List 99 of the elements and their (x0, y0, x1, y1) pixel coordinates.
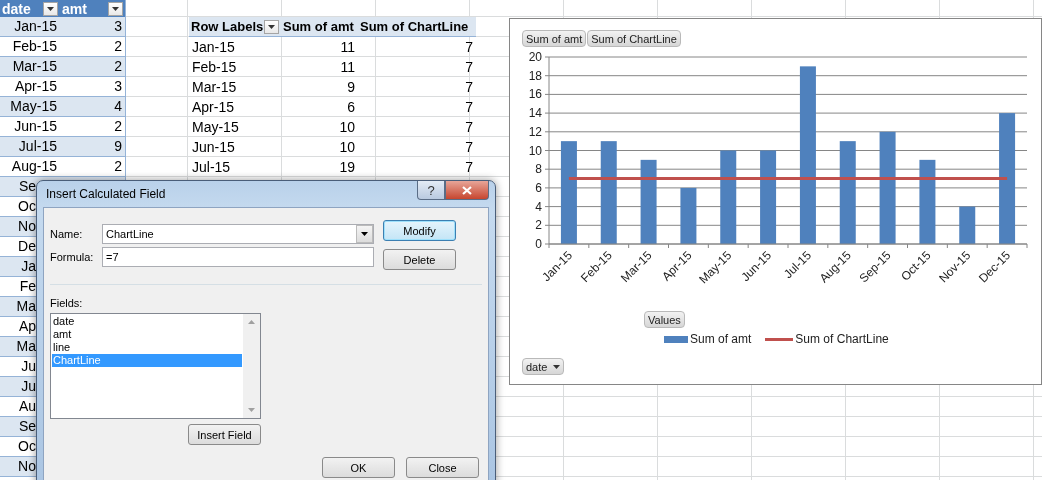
pivot-header: Sum of ChartLine (360, 19, 469, 34)
legend-label: Sum of ChartLine (795, 332, 889, 346)
bar (959, 206, 976, 244)
scroll-up-icon (248, 320, 255, 324)
caret-icon (361, 232, 368, 236)
scroll-down-icon (248, 408, 255, 412)
table-cell-text: 7 (464, 37, 474, 57)
table-cell-text: 19 (338, 157, 356, 177)
dialog-button[interactable]: Close (406, 457, 479, 478)
pivot-header: Row Labels (191, 19, 264, 34)
table-cell-text: May-15 (9, 97, 58, 116)
bar (680, 187, 697, 244)
table-cell-text: 2 (113, 57, 123, 76)
filter-button[interactable] (108, 1, 123, 16)
caret-icon (268, 24, 275, 29)
column-header: amt (62, 0, 87, 17)
help-button[interactable]: ? (417, 181, 445, 200)
table-cell-text: 7 (464, 77, 474, 97)
table-cell-text: No (17, 457, 37, 476)
caret-icon (47, 6, 54, 11)
legend-label: Sum of amt (690, 332, 752, 346)
axis-tick-label: 20 (528, 50, 542, 64)
axis-tick-label: 16 (528, 87, 542, 102)
table-cell-text: Jul-15 (191, 157, 232, 177)
axis-tick-label: 10 (528, 143, 542, 158)
close-icon (462, 185, 472, 195)
dialog-button[interactable]: Delete (383, 249, 456, 270)
table-cell-text: 3 (113, 17, 123, 36)
field-button[interactable]: date (522, 358, 565, 375)
table-cell-text: Oc (17, 197, 37, 216)
table-cell-text: 10 (338, 117, 356, 137)
dropdown-button[interactable] (356, 225, 373, 243)
list-item[interactable]: amt (52, 328, 242, 341)
dropdown-caret-icon (553, 364, 561, 369)
list-item[interactable]: date (52, 315, 242, 328)
name-combo-box[interactable]: ChartLine (102, 224, 374, 244)
scrollbar[interactable] (243, 314, 260, 418)
axis-tick-label: 18 (528, 68, 542, 83)
list-item[interactable]: line (52, 341, 242, 354)
table-cell-text: Apr-15 (13, 77, 58, 96)
fields-list-box[interactable]: date amt line ChartLine (50, 313, 261, 419)
table-cell-text: 4 (113, 97, 123, 116)
field-button[interactable]: Sum of ChartLine (587, 30, 681, 47)
table-cell-text: 2 (113, 37, 123, 56)
table-cell-text: May-15 (191, 117, 240, 137)
axis-tick-label: 0 (535, 237, 542, 251)
table-cell-text: Au (17, 397, 37, 416)
axis-tick-label: 2 (535, 218, 542, 233)
axis-tick-label: 8 (535, 162, 542, 177)
table-cell-text: Aug-15 (10, 157, 58, 176)
table-cell-text: Oc (17, 437, 37, 456)
table-cell-text: 7 (464, 117, 474, 137)
table-cell-text: Fe (18, 277, 37, 296)
table-cell-text: 7 (464, 57, 474, 77)
axis-tick-label: 6 (535, 180, 542, 195)
table-cell-text: Jul-15 (17, 137, 58, 156)
dialog-button[interactable]: OK (322, 457, 395, 478)
table-cell-text: 7 (464, 97, 474, 117)
table-cell-text: 7 (464, 137, 474, 157)
field-label: Formula: (50, 251, 95, 263)
table-cell-text: 3 (113, 77, 123, 96)
dialog-button[interactable]: Modify (383, 220, 456, 241)
table-cell-text: Mar-15 (191, 77, 238, 97)
column-header: date (2, 0, 31, 17)
close-button[interactable] (445, 181, 489, 200)
table-cell-text: 9 (113, 137, 123, 156)
table-cell-text: Feb-15 (11, 37, 58, 56)
field-label: Name: (50, 228, 84, 240)
axis-tick-label: 14 (528, 106, 542, 121)
formula-input[interactable]: =7 (102, 247, 374, 267)
table-cell-text: De (17, 237, 37, 256)
table-cell-text: 10 (338, 137, 356, 157)
caret-icon (112, 6, 119, 11)
insert-field-button[interactable]: Insert Field (188, 424, 261, 445)
table-cell-text: Mar-15 (11, 57, 58, 76)
table-cell-text: 2 (113, 157, 123, 176)
pivot-header: Sum of amt (283, 19, 354, 34)
table-cell-text: 9 (346, 77, 356, 97)
field-button[interactable]: Sum of amt (522, 30, 587, 47)
fields-label: Fields: (50, 297, 84, 309)
filter-button[interactable] (43, 1, 58, 16)
table-cell-text: 7 (464, 157, 474, 177)
table-cell-text: 11 (339, 37, 356, 57)
table-cell-text: 2 (113, 117, 123, 136)
table-cell-text: 11 (339, 57, 356, 77)
table-cell-text: 6 (346, 97, 356, 117)
table-cell-text: Jun-15 (191, 137, 236, 157)
axis-tick-label: 12 (528, 124, 542, 139)
table-cell-text: Ju (20, 377, 37, 396)
axis-tick-label: 4 (535, 199, 542, 214)
table-cell-text: Jan-15 (13, 17, 58, 36)
table-cell-text: Feb-15 (191, 57, 238, 77)
table-cell-text: Apr-15 (191, 97, 236, 117)
filter-button[interactable] (264, 19, 279, 34)
table-cell-text: Jun-15 (13, 117, 58, 136)
table-cell-text: Se (17, 417, 37, 436)
table-cell-text: Jan-15 (191, 37, 236, 57)
field-button[interactable]: Values (644, 311, 685, 328)
window-title: Insert Calculated Field (45, 187, 166, 201)
